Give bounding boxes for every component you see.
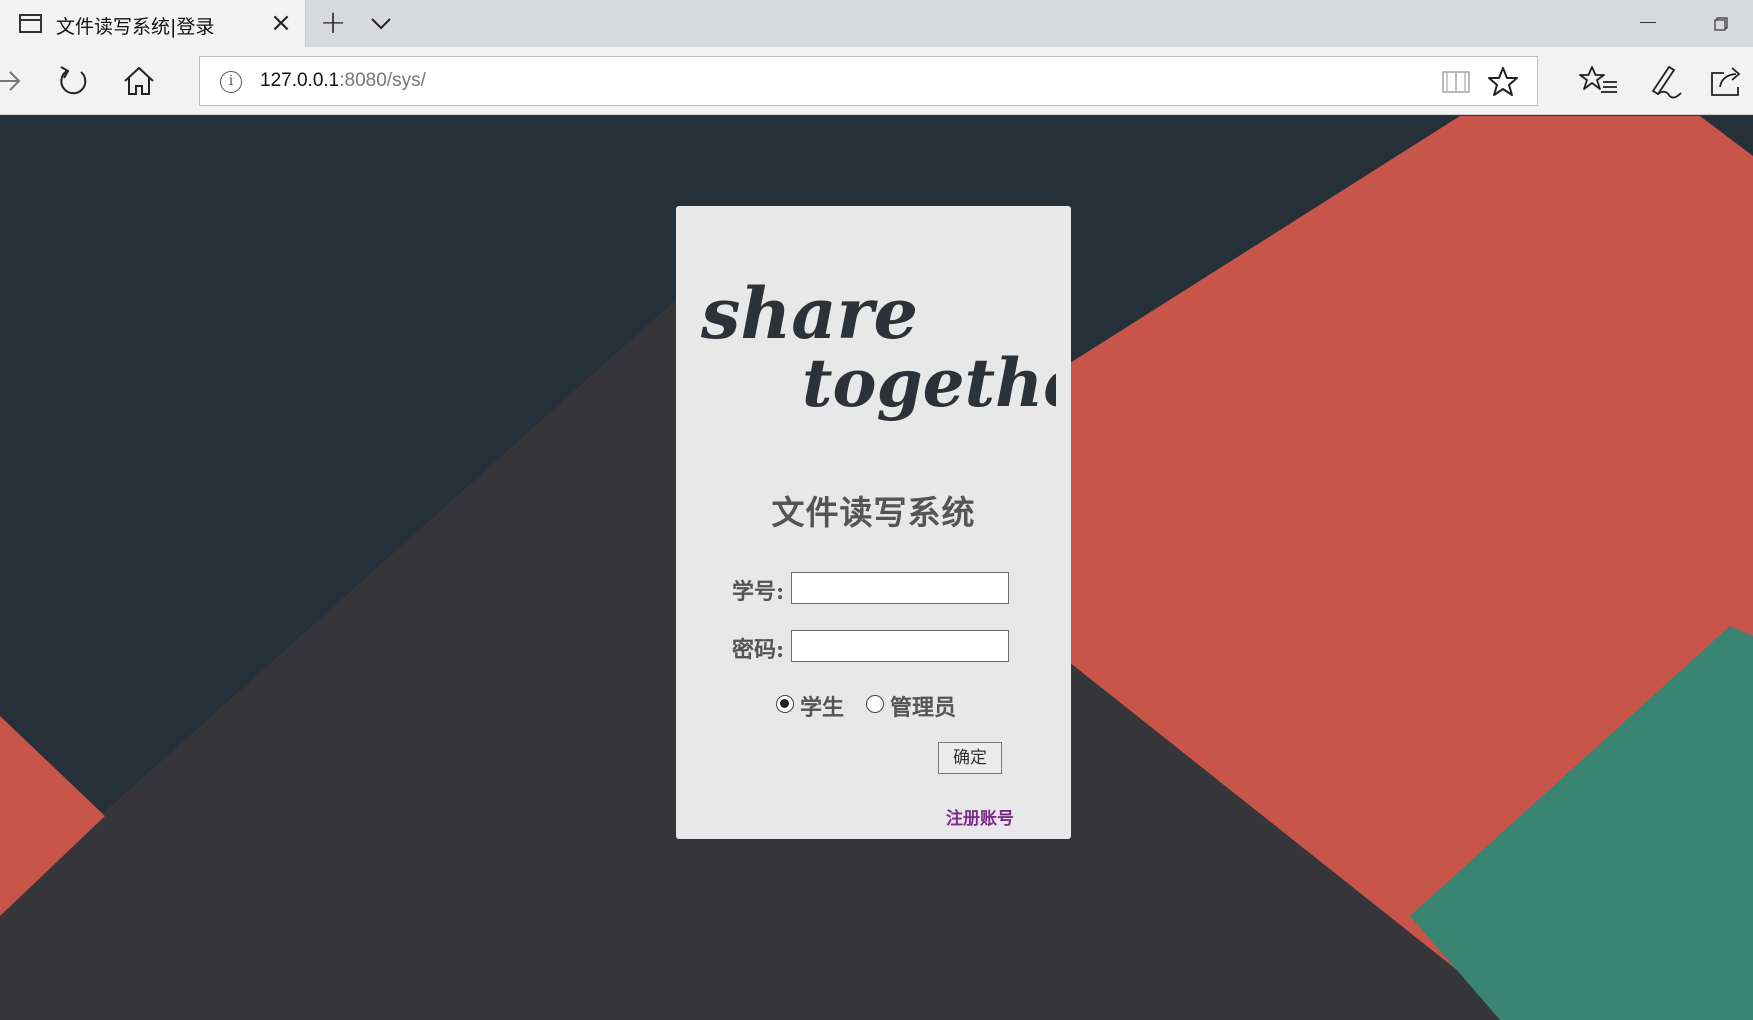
student-id-input[interactable] bbox=[791, 572, 1009, 604]
radio-student-label[interactable]: 学生 bbox=[800, 690, 844, 722]
register-link[interactable]: 注册账号 bbox=[946, 804, 1014, 829]
site-info-icon[interactable]: i bbox=[220, 71, 242, 93]
tab-bar: 文件读写系统|登录 × + bbox=[0, 0, 1753, 47]
svg-text:share: share bbox=[700, 272, 918, 355]
share-together-logo: share together bbox=[700, 272, 1056, 422]
submit-button[interactable]: 确定 bbox=[938, 742, 1002, 774]
radio-admin[interactable] bbox=[866, 695, 884, 713]
refresh-icon[interactable] bbox=[51, 59, 95, 103]
url-text[interactable]: 127.0.0.1:8080/sys/ bbox=[260, 70, 426, 92]
reading-view-icon[interactable] bbox=[1440, 68, 1472, 96]
navigation-bar: i 127.0.0.1:8080/sys/ bbox=[0, 47, 1753, 115]
password-input[interactable] bbox=[791, 630, 1009, 662]
chevron-down-icon[interactable] bbox=[366, 9, 396, 39]
close-tab-icon[interactable]: × bbox=[266, 9, 296, 39]
share-icon[interactable] bbox=[1706, 59, 1750, 103]
pen-notes-icon[interactable] bbox=[1641, 59, 1685, 103]
minimize-icon[interactable] bbox=[1640, 22, 1656, 23]
favorites-list-icon[interactable] bbox=[1577, 59, 1621, 103]
login-card: share together 文件读写系统 学号: 密码: 学生 管理员 确定 … bbox=[676, 206, 1071, 839]
forward-icon[interactable] bbox=[0, 59, 34, 103]
radio-student[interactable] bbox=[776, 695, 794, 713]
address-bar[interactable]: i 127.0.0.1:8080/sys/ bbox=[199, 56, 1538, 106]
page-viewport: share together 文件读写系统 学号: 密码: 学生 管理员 确定 … bbox=[0, 116, 1753, 1020]
restore-window-icon[interactable] bbox=[1714, 17, 1728, 31]
new-tab-icon[interactable]: + bbox=[316, 6, 350, 40]
browser-tab[interactable]: 文件读写系统|登录 × bbox=[0, 0, 306, 47]
password-label: 密码: bbox=[732, 637, 785, 663]
tab-title: 文件读写系统|登录 bbox=[56, 16, 215, 38]
favorite-star-icon[interactable] bbox=[1486, 65, 1520, 99]
home-icon[interactable] bbox=[117, 59, 161, 103]
radio-admin-label[interactable]: 管理员 bbox=[890, 690, 956, 722]
page-icon bbox=[19, 14, 42, 33]
student-id-label: 学号: bbox=[732, 579, 785, 605]
svg-text:together: together bbox=[802, 344, 1056, 422]
system-title: 文件读写系统 bbox=[771, 493, 976, 532]
